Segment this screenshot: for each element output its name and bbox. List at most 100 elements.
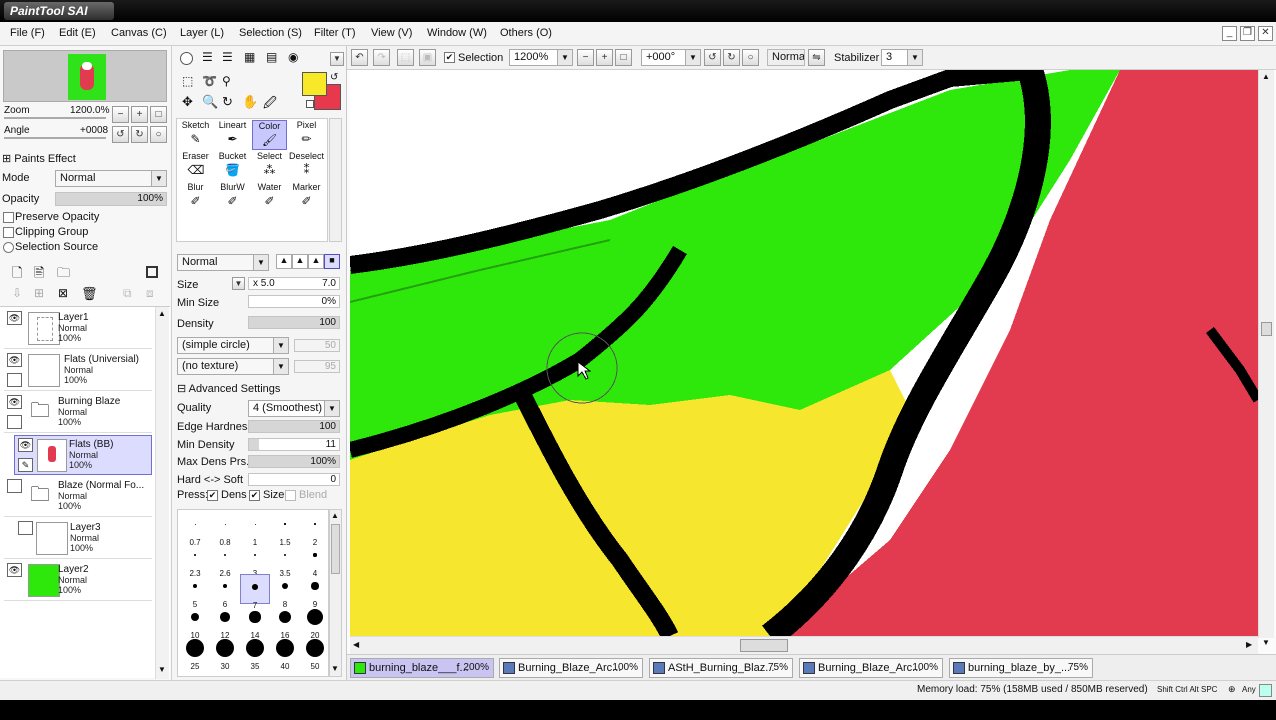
undo-icon[interactable]: ↶: [351, 49, 368, 66]
brush-size-preset[interactable]: 5: [180, 574, 210, 609]
brush-texture-select[interactable]: (no texture) ▼: [177, 358, 289, 375]
zoom-out-icon[interactable]: −: [577, 49, 594, 66]
layer-list[interactable]: 👁 Layer1 Normal 100% 👁 Flats (Universial…: [0, 306, 170, 679]
magic-wand-icon[interactable]: ⚲: [222, 74, 231, 88]
tool-bucket[interactable]: Bucket 🪣: [215, 151, 250, 181]
tool-deselect[interactable]: Deselect ⁑: [289, 151, 324, 181]
brush-size-preset[interactable]: 1.5: [270, 512, 300, 547]
press-size-checkbox[interactable]: ✔: [249, 490, 260, 501]
brush-size-preset[interactable]: 3: [240, 543, 270, 578]
rotate-icon[interactable]: ↻: [222, 94, 233, 110]
zoom-slider[interactable]: [4, 117, 106, 119]
angle-select[interactable]: +000° ▼: [641, 49, 701, 66]
chevron-down-icon[interactable]: ▼: [158, 665, 166, 674]
size-multiplier-icon[interactable]: ▼: [232, 277, 245, 290]
layer-mask-icon[interactable]: [146, 266, 158, 278]
rect-select-icon[interactable]: ⬚: [182, 74, 193, 88]
zoom-icon[interactable]: 🔍: [202, 94, 218, 110]
visibility-toggle[interactable]: [7, 479, 22, 493]
brush-size-preset[interactable]: 12: [210, 605, 240, 640]
scratchpad-icon[interactable]: ▤: [266, 50, 277, 64]
zoom-in-icon[interactable]: +: [596, 49, 613, 66]
layer-mode-select[interactable]: Normal ▼: [55, 170, 167, 187]
selection-source-radio[interactable]: [3, 242, 14, 253]
chevron-left-icon[interactable]: ◀: [353, 640, 359, 649]
zoom-value[interactable]: 1200.0%: [70, 105, 109, 116]
redo-icon[interactable]: ↷: [373, 49, 390, 66]
resize-grip-icon[interactable]: [1259, 684, 1272, 697]
tool-sketch[interactable]: Sketch ✎: [178, 120, 213, 150]
new-layer-icon[interactable]: 🗋: [12, 264, 22, 286]
brush-size-preset[interactable]: 14: [240, 605, 270, 640]
deselect-icon[interactable]: ⬚: [397, 49, 414, 66]
document-tab[interactable]: AStH_Burning_Blaz... 75%: [649, 658, 793, 678]
max-dens-prs-bar[interactable]: 100%: [248, 455, 340, 468]
pen-icon[interactable]: ✎: [18, 458, 33, 472]
swap-colors-icon[interactable]: ↺: [330, 72, 338, 83]
canvas-vertical-scrollbar[interactable]: ▲ ▼: [1258, 70, 1274, 647]
rotate-reset-icon[interactable]: ○: [742, 49, 759, 66]
transparent-color-icon[interactable]: [306, 100, 314, 108]
zoom-select[interactable]: 1200% ▼: [509, 49, 573, 66]
show-selection-checkbox[interactable]: ✔: [444, 52, 455, 63]
chevron-up-icon[interactable]: ▲: [1262, 72, 1270, 81]
chevron-right-icon[interactable]: ▶: [1246, 640, 1252, 649]
brush-size-preset[interactable]: 0.8: [210, 512, 240, 547]
chevron-down-icon[interactable]: ▼: [1262, 638, 1270, 647]
minimize-icon[interactable]: _: [1222, 26, 1237, 41]
eye-icon[interactable]: 👁: [18, 438, 33, 452]
brush-size-preset[interactable]: 20: [300, 605, 330, 640]
brush-size-preset[interactable]: 16: [270, 605, 300, 640]
hard-soft-bar[interactable]: 0: [248, 473, 340, 486]
flip-view-icon[interactable]: ⇋: [808, 49, 825, 66]
layer-opacity-bar[interactable]: 100%: [55, 192, 167, 206]
eye-icon[interactable]: 👁: [7, 563, 22, 577]
palette-icon[interactable]: ◉: [288, 50, 298, 64]
rotate-left-icon[interactable]: ↺: [112, 126, 129, 143]
clipping-group-checkbox[interactable]: [3, 227, 14, 238]
hand-icon[interactable]: ✋: [242, 94, 258, 110]
eyedropper-icon[interactable]: 🖉: [263, 94, 277, 116]
rgb-slider-icon[interactable]: ☰: [202, 50, 213, 64]
menu-layer[interactable]: Layer (L): [180, 27, 224, 39]
color-wheel-icon[interactable]: [180, 52, 193, 65]
brush-size-preset[interactable]: 2: [300, 512, 330, 547]
apply-mask-icon[interactable]: ⧉: [123, 286, 132, 301]
rotate-cw-icon[interactable]: ↻: [723, 49, 740, 66]
menu-canvas[interactable]: Canvas (C): [111, 27, 167, 39]
close-icon[interactable]: ✕: [1258, 26, 1273, 41]
chevron-up-icon[interactable]: ▲: [331, 511, 339, 520]
drawing-canvas[interactable]: [350, 70, 1258, 636]
rotate-reset-icon[interactable]: ○: [150, 126, 167, 143]
layer-folder-row[interactable]: 🗀 Blaze (Normal Fo... Normal 100%: [4, 477, 152, 517]
swatches-icon[interactable]: ▦: [244, 50, 255, 64]
brush-size-preset[interactable]: 50: [300, 636, 330, 671]
preserve-opacity-checkbox[interactable]: [3, 212, 14, 223]
panel-menu-icon[interactable]: ▼: [330, 52, 344, 66]
brush-size-preset[interactable]: 25: [180, 636, 210, 671]
min-density-bar[interactable]: 11: [248, 438, 340, 451]
chevron-up-icon[interactable]: ▲: [158, 309, 166, 318]
delete-mask-icon[interactable]: ⧈: [146, 286, 154, 301]
brush-shape-select[interactable]: (simple circle) ▼: [177, 337, 289, 354]
size-bar[interactable]: x 5.0 7.0: [248, 277, 340, 290]
new-linework-layer-icon[interactable]: 🖹: [34, 264, 44, 286]
zoom-in-icon[interactable]: +: [131, 106, 148, 123]
paints-effect-title[interactable]: ⊞ Paints Effect: [2, 152, 76, 165]
tool-eraser[interactable]: Eraser ⌫: [178, 151, 213, 181]
canvas-horizontal-scrollbar[interactable]: ◀ ▶: [350, 636, 1258, 654]
press-dens-checkbox[interactable]: ✔: [207, 490, 218, 501]
brush-size-preset[interactable]: 1: [240, 512, 270, 547]
lasso-icon[interactable]: ➰: [202, 74, 217, 88]
menu-edit[interactable]: Edit (E): [59, 27, 96, 39]
brush-blend-select[interactable]: Normal ▼: [177, 254, 269, 271]
maximize-icon[interactable]: ❐: [1240, 26, 1255, 41]
hsv-slider-icon[interactable]: ☰: [222, 50, 233, 64]
zoom-reset-icon[interactable]: □: [150, 106, 167, 123]
menu-window[interactable]: Window (W): [427, 27, 487, 39]
brush-size-preset[interactable]: 6: [210, 574, 240, 609]
layer-row[interactable]: Layer3 Normal 100%: [4, 519, 152, 559]
tool-color[interactable]: Color 🖌: [252, 120, 287, 150]
invert-selection-icon[interactable]: ▣: [419, 49, 436, 66]
new-folder-icon[interactable]: 🗀: [57, 264, 70, 286]
